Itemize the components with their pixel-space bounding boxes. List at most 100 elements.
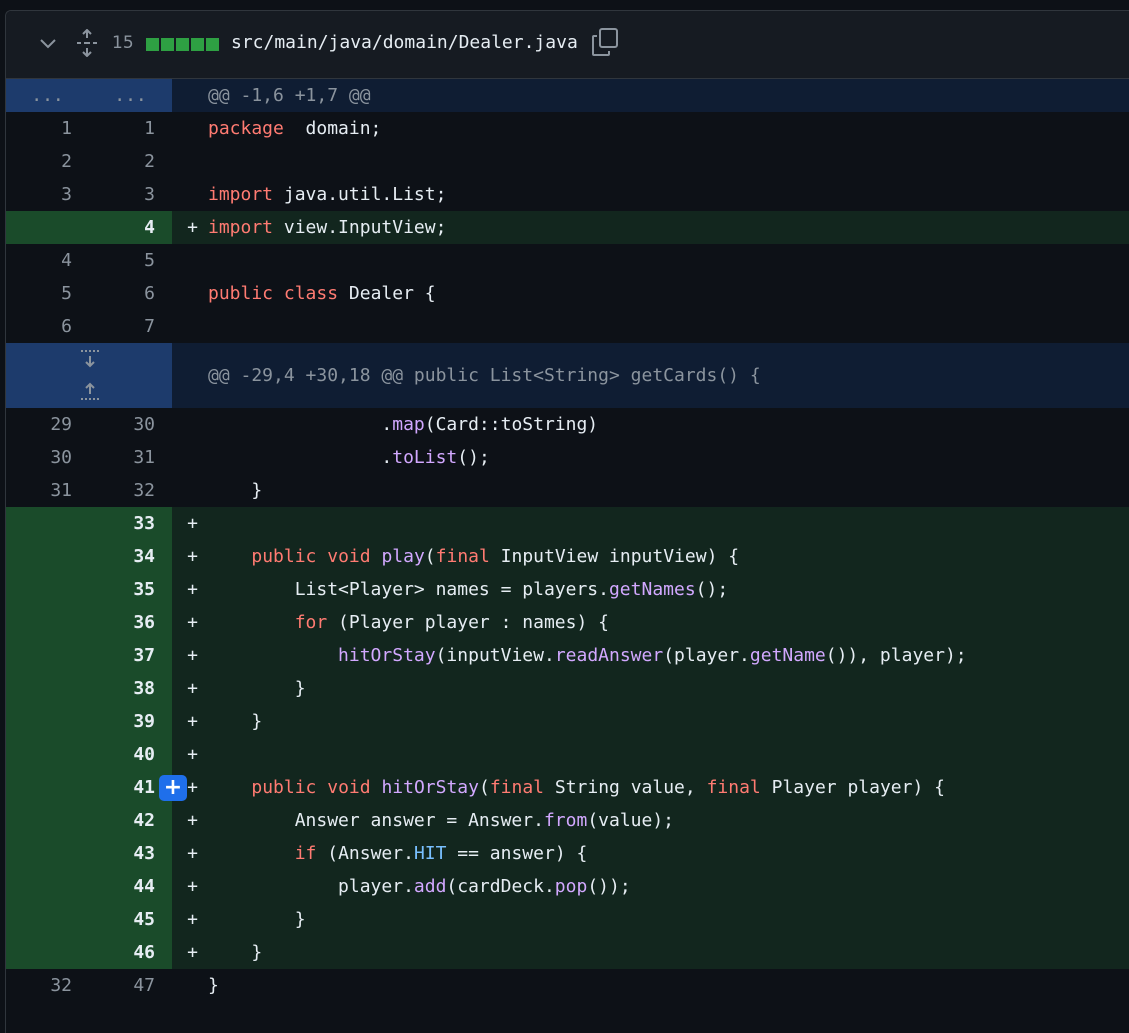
old-line-number — [6, 903, 89, 936]
hunk-header: @@ -1,6 +1,7 @@ — [208, 85, 371, 106]
old-line-ellipsis[interactable]: ... — [6, 79, 89, 112]
copy-icon[interactable] — [591, 27, 619, 57]
new-line-number[interactable]: 33 — [89, 507, 172, 540]
new-line-ellipsis[interactable]: ... — [89, 79, 172, 112]
new-line-number[interactable]: 44 — [89, 870, 172, 903]
added-line-row: 42 + Answer answer = Answer.from(value); — [6, 804, 1129, 837]
addition-marker: + — [187, 876, 198, 897]
diff-table: ... ... @@ -1,6 +1,7 @@ 1 1 package domain… — [6, 79, 1129, 1002]
function-token: readAnswer — [554, 645, 664, 666]
new-line-number[interactable]: 47 — [89, 969, 172, 1002]
old-line-number — [6, 606, 89, 639]
new-line-number[interactable]: 31 — [89, 441, 172, 474]
old-line-number[interactable]: 31 — [6, 474, 89, 507]
added-line-row: 36 + for (Player player : names) { — [6, 606, 1129, 639]
expand-down-icon[interactable] — [79, 349, 101, 371]
code-token: } — [208, 678, 306, 699]
old-line-number — [6, 771, 89, 804]
code-token: String value, — [544, 777, 707, 798]
code-token: . — [208, 447, 393, 468]
addition-marker: + — [187, 711, 198, 732]
new-line-number[interactable]: 5 — [89, 244, 172, 277]
old-line-number — [6, 507, 89, 540]
code-line: public void hitOrStay(final String value… — [208, 771, 1129, 804]
new-line-number[interactable]: 40 — [89, 738, 172, 771]
code-line: } — [208, 969, 1129, 1002]
added-line-row: 41 + public void hitOrStay(final String v… — [6, 771, 1129, 804]
diffstat-block — [146, 38, 159, 51]
old-line-number[interactable]: 30 — [6, 441, 89, 474]
sign-cell — [172, 178, 208, 211]
expand-lines-buttons[interactable] — [6, 343, 172, 408]
old-line-number[interactable]: 2 — [6, 145, 89, 178]
sign-cell — [172, 408, 208, 441]
new-line-number[interactable]: 37 — [89, 639, 172, 672]
keyword-token: package — [208, 118, 284, 139]
new-line-number[interactable]: 39 — [89, 705, 172, 738]
new-line-number[interactable]: 7 — [89, 310, 172, 343]
context-line-row: 30 31 .toList(); — [6, 441, 1129, 474]
code-token: } — [208, 975, 219, 996]
old-line-number[interactable]: 3 — [6, 178, 89, 211]
old-line-number[interactable]: 29 — [6, 408, 89, 441]
code-token: Player player) { — [760, 777, 945, 798]
keyword-token: import — [208, 217, 274, 238]
function-token: getNames — [608, 579, 696, 600]
old-line-number[interactable]: 1 — [6, 112, 89, 145]
expand-up-icon[interactable] — [79, 379, 101, 401]
new-line-number[interactable]: 1 — [89, 112, 172, 145]
expand-all-icon[interactable] — [74, 29, 100, 57]
keyword-token: void — [327, 777, 371, 798]
chevron-down-icon[interactable] — [39, 37, 57, 51]
old-line-number[interactable]: 32 — [6, 969, 89, 1002]
new-line-number[interactable]: 34 — [89, 540, 172, 573]
code-line: } — [208, 672, 1129, 705]
code-token: ( — [424, 546, 436, 567]
code-line: List<Player> names = players.getNames(); — [208, 573, 1129, 606]
hunk-header-row: @@ -29,4 +30,18 @@ public List<String> g… — [6, 343, 1129, 408]
new-line-number[interactable]: 43 — [89, 837, 172, 870]
addition-marker: + — [187, 744, 198, 765]
diffstat-bar — [146, 38, 219, 51]
new-line-number[interactable]: 45 — [89, 903, 172, 936]
new-line-number[interactable]: 32 — [89, 474, 172, 507]
code-token: Answer answer = Answer. — [208, 810, 544, 831]
sign-cell — [172, 310, 208, 343]
old-line-number[interactable]: 5 — [6, 277, 89, 310]
addition-marker: + — [187, 810, 198, 831]
code-line: public class Dealer { — [208, 277, 1129, 310]
new-line-number[interactable]: 42 — [89, 804, 172, 837]
code-line: player.add(cardDeck.pop()); — [208, 870, 1129, 903]
code-token: (player. — [663, 645, 750, 666]
function-token: from — [543, 810, 588, 831]
added-line-row: 33 + — [6, 507, 1129, 540]
sign-cell — [172, 112, 208, 145]
code-token: view.InputView; — [273, 217, 447, 238]
old-line-number[interactable]: 4 — [6, 244, 89, 277]
new-line-number[interactable]: 30 — [89, 408, 172, 441]
constant-token: HIT — [413, 843, 447, 864]
old-line-number — [6, 804, 89, 837]
new-line-number[interactable]: 46 — [89, 936, 172, 969]
new-line-number[interactable]: 6 — [89, 277, 172, 310]
old-line-number[interactable]: 6 — [6, 310, 89, 343]
context-line-row: 29 30 .map(Card::toString) — [6, 408, 1129, 441]
new-line-number[interactable]: 35 — [89, 573, 172, 606]
new-line-number[interactable]: 4 — [89, 211, 172, 244]
diffstat-block — [161, 38, 174, 51]
code-token: (Player player : names) { — [327, 612, 609, 633]
addition-marker: + — [187, 909, 198, 930]
file-path-link[interactable]: src/main/java/domain/Dealer.java — [231, 32, 578, 53]
add-comment-button[interactable]: + — [159, 775, 187, 801]
new-line-number[interactable]: 38 — [89, 672, 172, 705]
keyword-token: import — [208, 184, 274, 205]
new-line-number[interactable]: 3 — [89, 178, 172, 211]
diffstat-block — [206, 38, 219, 51]
new-line-number[interactable]: 36 — [89, 606, 172, 639]
keyword-token: public — [251, 777, 317, 798]
new-line-number[interactable]: 2 — [89, 145, 172, 178]
